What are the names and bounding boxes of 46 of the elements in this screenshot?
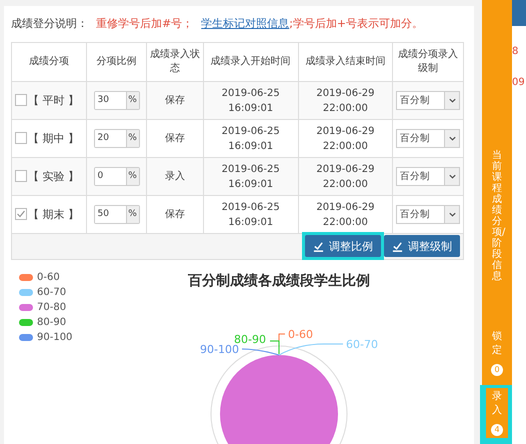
status-cell: 录入: [146, 158, 204, 196]
legend-label: 80-90: [37, 317, 66, 328]
legend-label: 0-60: [37, 272, 60, 283]
end-time-cell: 2019-06-29 22:00:00: [298, 82, 392, 120]
slice-label: 90-100: [200, 343, 239, 356]
slice-label: 60-70: [346, 338, 378, 351]
start-time-cell: 2019-06-25 16:09:01: [203, 158, 298, 196]
scale-select[interactable]: 百分制: [396, 91, 460, 110]
scale-select[interactable]: 百分制: [396, 129, 460, 148]
count-badge: 0: [491, 364, 503, 376]
note-label: 成绩登分说明：: [11, 16, 88, 30]
legend-label: 70-80: [37, 302, 66, 313]
checkbox[interactable]: [15, 208, 27, 220]
chevron-down-icon: [448, 134, 456, 143]
item-name: 【 平时 】: [28, 94, 79, 107]
item-name: 【 实验 】: [28, 170, 79, 183]
count-badge: 4: [491, 424, 503, 436]
page-text: 8: [512, 46, 520, 57]
info-link[interactable]: 学生标记对照信息: [201, 16, 290, 30]
page-text: 09: [512, 77, 526, 88]
chart-title: 百分制成绩各成绩段学生比例: [188, 272, 370, 290]
scale-select[interactable]: 百分制: [396, 205, 460, 224]
adjust-button[interactable]: 调整比例: [305, 235, 381, 257]
end-time-cell: 2019-06-29 22:00:00: [298, 158, 392, 196]
checkbox[interactable]: [15, 132, 27, 144]
edit-check-icon: [313, 240, 324, 252]
note-text: ;学号后加+号表示可加分。: [289, 16, 424, 30]
header-bar: [512, 0, 526, 26]
slice-label: 0-60: [288, 328, 313, 341]
edit-check-icon: [392, 240, 403, 252]
item-name: 【 期末 】: [28, 208, 79, 221]
column-header: 成绩分项: [12, 42, 86, 82]
checkbox[interactable]: [15, 170, 27, 182]
checkbox[interactable]: [15, 94, 27, 106]
legend-label: 60-70: [37, 287, 66, 298]
item-name: 【 期中 】: [28, 132, 79, 145]
slice-label: 80-90: [234, 333, 266, 346]
chevron-down-icon: [448, 96, 456, 105]
note-warning: 重修学号后加#号；: [96, 16, 194, 30]
start-time-cell: 2019-06-25 16:09:01: [203, 82, 298, 120]
legend-label: 90-100: [37, 332, 72, 343]
chevron-down-icon: [448, 172, 456, 181]
chevron-down-icon: [448, 210, 456, 219]
scale-select[interactable]: 百分制: [396, 167, 460, 186]
adjust-button[interactable]: 调整级制: [384, 235, 460, 257]
status-cell: 保存: [146, 82, 204, 120]
